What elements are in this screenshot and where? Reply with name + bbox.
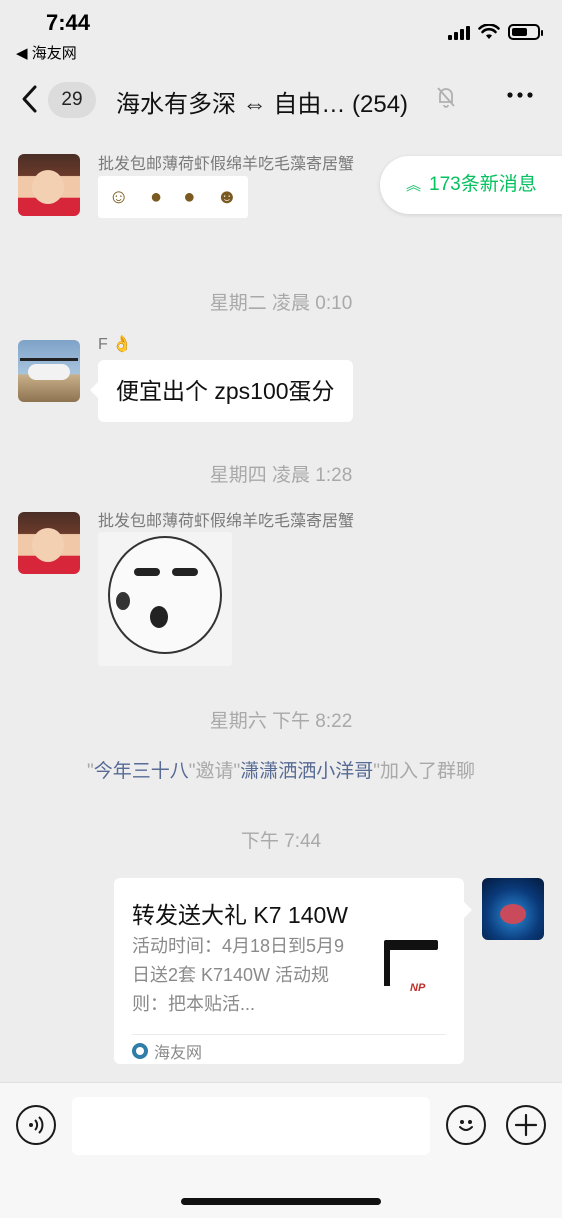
card-description: 活动时间：4月18日到5月9日送2套 K7140W 活动规则：把本贴活...	[132, 936, 345, 1014]
status-bar: 7:44 ◀ 海友网	[0, 0, 562, 70]
time-separator: 下午 7:44	[240, 831, 322, 852]
more-options-button[interactable]	[506, 80, 534, 117]
message-input[interactable]	[72, 1097, 430, 1155]
sticker-message[interactable]	[98, 532, 232, 666]
card-divider	[132, 1034, 446, 1035]
status-time: 7:44	[46, 10, 91, 35]
sticker-poop-icon: ●	[150, 185, 163, 208]
time-separator: 星期二 凌晨 0:10	[209, 293, 353, 314]
system-join-message: "今年三十八"邀请"潇潇洒洒小洋哥"加入了群聊	[0, 756, 562, 783]
battery-icon	[508, 24, 543, 40]
sticker-figure-icon: ☺	[108, 185, 129, 208]
plus-icon	[514, 1113, 538, 1137]
more-functions-button[interactable]	[506, 1105, 546, 1145]
sender-name: F 👌	[98, 336, 133, 353]
source-logo-icon	[132, 1043, 148, 1059]
wifi-icon	[478, 24, 500, 39]
back-to-app-link[interactable]: ◀ 海友网	[16, 42, 77, 63]
chevron-left-icon	[22, 85, 37, 113]
smiley-icon	[459, 1120, 473, 1131]
card-thumbnail: NP	[374, 934, 448, 1008]
status-icons	[448, 24, 543, 40]
shared-link-card[interactable]: 转发送大礼 K7 140W 活动时间：4月18日到5月9日送2套 K7140W …	[114, 878, 472, 1064]
voice-button[interactable]	[16, 1105, 56, 1145]
invitee-name-link[interactable]: 潇潇洒洒小洋哥	[240, 761, 373, 782]
voice-icon	[29, 1116, 44, 1134]
emoji-button[interactable]	[446, 1105, 486, 1145]
system-text: "加入了群聊	[373, 761, 476, 782]
card-source: 海友网	[132, 1039, 202, 1063]
system-text: "邀请"	[188, 761, 241, 782]
cellular-signal-icon	[448, 24, 470, 40]
sticker-poop-icon: ●	[183, 185, 196, 208]
back-button[interactable]	[20, 84, 38, 120]
card-title: 转发送大礼 K7 140W	[132, 902, 348, 928]
new-messages-button[interactable]: ︽ 173条新消息	[380, 156, 562, 214]
message-bubble[interactable]: 便宜出个 zps100蛋分	[90, 360, 353, 422]
time-separator: 星期六 下午 8:22	[209, 711, 353, 732]
sender-avatar[interactable]	[18, 154, 80, 216]
double-chevron-up-icon: ︽	[406, 177, 422, 194]
inviter-name-link[interactable]: 今年三十八	[94, 761, 189, 782]
new-messages-label: 173条新消息	[429, 174, 537, 195]
my-avatar[interactable]	[482, 878, 544, 940]
unread-count-badge[interactable]: 29	[48, 82, 96, 118]
ellipsis-icon	[507, 92, 533, 98]
chat-title: 海水有多深 ⇔ 自由… (254)	[116, 91, 409, 118]
system-text: "	[86, 761, 94, 782]
sender-name: 批发包邮薄荷虾假绵羊吃毛藻寄居蟹	[98, 156, 355, 173]
time-separator: 星期四 凌晨 1:28	[209, 465, 353, 486]
sender-avatar[interactable]	[18, 340, 80, 402]
chat-header: 29 海水有多深 ⇔ 自由… (254)	[0, 70, 562, 132]
home-indicator	[181, 1198, 381, 1205]
sender-avatar[interactable]	[18, 512, 80, 574]
sticker-message[interactable]: ☺ ● ● ☻	[98, 176, 248, 218]
fly-icon	[116, 592, 130, 610]
mute-bell-icon	[436, 86, 456, 114]
sticker-figure-icon: ☻	[216, 185, 238, 208]
sender-name: 批发包邮薄荷虾假绵羊吃毛藻寄居蟹	[98, 513, 355, 530]
card-source-label: 海友网	[154, 1045, 203, 1062]
